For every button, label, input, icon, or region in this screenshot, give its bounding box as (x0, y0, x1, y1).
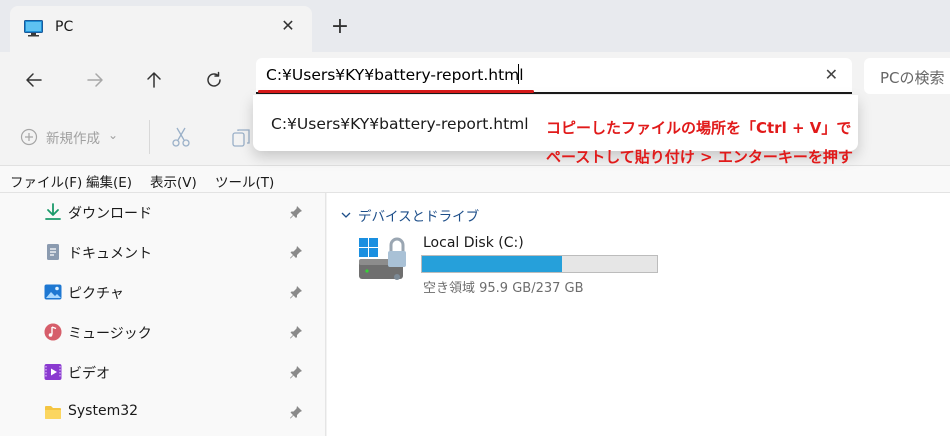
content-pane: デバイスとドライブ Local Disk (C:) 空き領域 95.9 GB/2… (327, 193, 950, 436)
copy-icon[interactable] (232, 128, 252, 148)
chevron-down-icon (341, 212, 351, 218)
sidebar-item-label: ドキュメント (68, 246, 152, 262)
arrow-up-icon (147, 72, 161, 88)
menu-tools[interactable]: ツール(T) (215, 171, 274, 191)
locked-drive-icon (359, 237, 406, 280)
folder-icon (45, 406, 61, 419)
red-underline-annotation (258, 90, 534, 93)
pin-icon[interactable] (289, 365, 303, 379)
pin-icon[interactable] (289, 325, 303, 339)
pictures-icon (44, 284, 62, 300)
sidebar-item-label: ミュージック (68, 326, 152, 342)
tab-title: PC (55, 19, 74, 35)
menu-view[interactable]: 表示(V) (150, 171, 197, 191)
sidebar-item-label: ビデオ (68, 366, 110, 382)
drive-name: Local Disk (C:) (423, 235, 524, 251)
drive-item-c[interactable]: Local Disk (C:) 空き領域 95.9 GB/237 GB (355, 231, 675, 301)
sidebar-item-music[interactable]: ミュージック (0, 313, 326, 353)
suggestion-item[interactable]: C:¥Users¥KY¥battery-report.html (271, 115, 529, 133)
instruction-annotation: コピーしたファイルの場所を「Ctrl + V」で ペーストして貼り付け > エン… (546, 114, 853, 172)
sidebar-item-pictures[interactable]: ピクチャ (0, 273, 326, 313)
pin-icon[interactable] (289, 245, 303, 259)
forward-button[interactable] (79, 64, 111, 96)
new-button[interactable]: 新規作成 ⌄ (20, 127, 118, 147)
new-tab-button[interactable]: + (328, 16, 352, 40)
plus-circle-icon (20, 128, 38, 146)
sidebar-item-label: ピクチャ (68, 286, 124, 302)
drive-usage-fill (422, 256, 562, 272)
documents-icon (47, 244, 59, 260)
annotation-line-1: コピーしたファイルの場所を「Ctrl + V」で (546, 119, 852, 137)
menu-edit[interactable]: 編集(E) (86, 171, 132, 191)
navigation-pane: ダウンロード ドキュメント ピクチャ ミュージック ビデオ System32 (0, 193, 326, 436)
back-button[interactable] (18, 64, 50, 96)
sidebar-item-documents[interactable]: ドキュメント (0, 233, 326, 273)
chevron-down-icon: ⌄ (108, 128, 119, 142)
tab-strip: PC ✕ + (0, 0, 950, 52)
arrow-left-icon (26, 73, 42, 87)
group-label: デバイスとドライブ (358, 209, 480, 225)
drive-free-space: 空き領域 95.9 GB/237 GB (423, 281, 584, 296)
devices-group-header[interactable]: デバイスとドライブ (341, 205, 479, 225)
download-icon (45, 203, 61, 220)
tab-pc[interactable]: PC ✕ (10, 6, 312, 52)
annotation-line-2: ペーストして貼り付け > エンターキーを押す (546, 148, 853, 166)
command-separator (149, 120, 150, 154)
address-bar[interactable]: C:¥Users¥KY¥battery-report.html ✕ (256, 58, 852, 94)
cut-icon[interactable] (171, 126, 191, 148)
arrow-right-icon (87, 73, 103, 87)
search-input[interactable]: PCの検索 (880, 67, 945, 88)
drive-usage-bar (421, 255, 658, 273)
refresh-button[interactable] (198, 64, 230, 96)
sidebar-item-system32[interactable]: System32 (0, 393, 326, 433)
clear-address-button[interactable]: ✕ (825, 65, 838, 84)
new-button-label: 新規作成 (46, 131, 100, 147)
videos-icon (44, 364, 62, 380)
refresh-icon (207, 71, 221, 87)
up-button[interactable] (138, 64, 170, 96)
address-input[interactable]: C:¥Users¥KY¥battery-report.html (266, 66, 524, 84)
text-caret (518, 64, 519, 84)
pin-icon[interactable] (289, 285, 303, 299)
sidebar-item-label: ダウンロード (68, 206, 152, 222)
music-icon (44, 323, 62, 341)
search-box[interactable]: PCの検索 (864, 58, 950, 94)
menu-file[interactable]: ファイル(F) (10, 171, 82, 191)
pin-icon[interactable] (289, 205, 303, 219)
sidebar-item-label: System32 (68, 403, 139, 419)
pin-icon[interactable] (289, 405, 303, 419)
sidebar-item-downloads[interactable]: ダウンロード (0, 193, 326, 233)
monitor-icon (24, 20, 43, 37)
tab-close-button[interactable]: ✕ (277, 15, 299, 37)
sidebar-item-videos[interactable]: ビデオ (0, 353, 326, 393)
